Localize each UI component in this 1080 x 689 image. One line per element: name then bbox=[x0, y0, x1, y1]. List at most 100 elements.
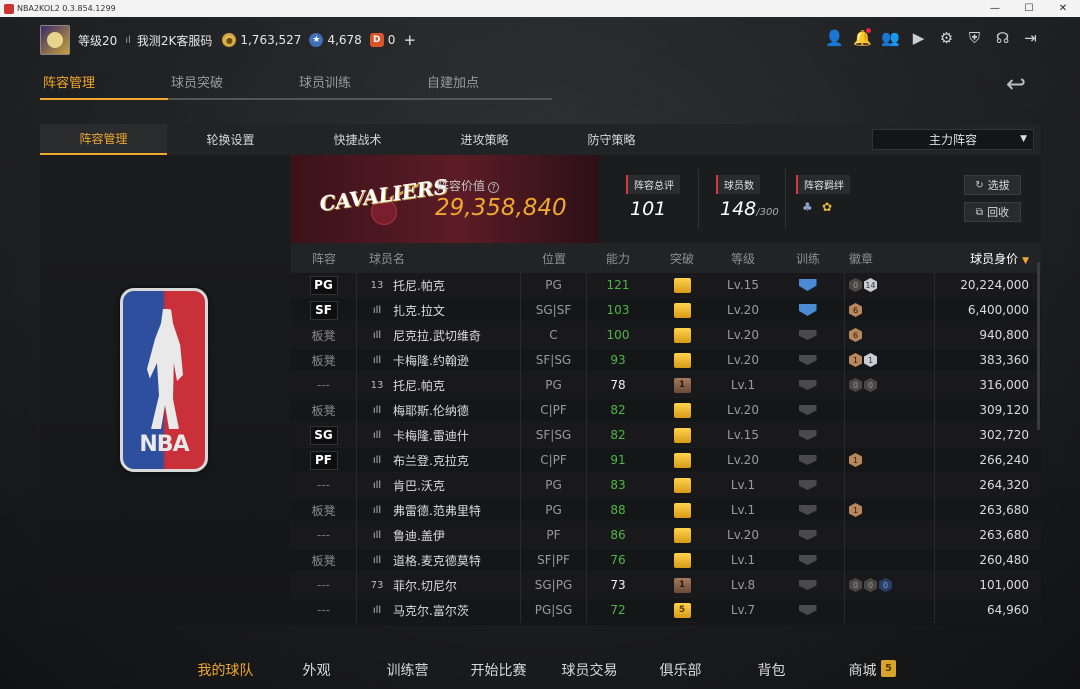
subtab-lineup[interactable]: 阵容管理 bbox=[40, 124, 167, 155]
player-name[interactable]: 梅耶斯.伦纳德 bbox=[393, 402, 469, 419]
badge-icon[interactable]: 0 bbox=[849, 378, 862, 392]
breakthrough-icon[interactable] bbox=[673, 552, 691, 568]
player-name[interactable]: 托尼.帕克 bbox=[393, 377, 445, 394]
subtab-offense[interactable]: 进攻策略 bbox=[421, 124, 548, 155]
breakthrough-icon[interactable] bbox=[673, 327, 691, 343]
table-row[interactable]: --- ıll 马克尔.富尔茨 PG|SG 72 5 Lv.7 64,960 bbox=[291, 597, 1041, 623]
help-icon[interactable]: ? bbox=[488, 182, 500, 193]
training-icon[interactable] bbox=[798, 455, 817, 465]
col-breakthrough[interactable]: 突破 bbox=[649, 250, 715, 267]
badge-icon[interactable]: 0 bbox=[864, 378, 877, 392]
training-icon[interactable] bbox=[798, 480, 817, 490]
breakthrough-icon[interactable] bbox=[673, 302, 691, 318]
position-badge[interactable]: SG bbox=[309, 425, 338, 445]
breakthrough-icon[interactable] bbox=[673, 527, 691, 543]
position-badge[interactable]: PG bbox=[309, 275, 338, 295]
chemistry-icons[interactable]: ♣ ✿ bbox=[796, 200, 850, 216]
player-name[interactable]: 肯巴.沃克 bbox=[393, 477, 445, 494]
tab-custom-points[interactable]: 自建加点 bbox=[424, 72, 552, 100]
badge-icon[interactable]: 1 bbox=[849, 353, 862, 367]
table-row[interactable]: --- 73 菲尔.切尼尔 SG|PG 73 1 Lv.8 000 101,00… bbox=[291, 572, 1041, 598]
player-name[interactable]: 马克尔.富尔茨 bbox=[393, 602, 469, 619]
tab-player-breakthrough[interactable]: 球员突破 bbox=[168, 72, 296, 100]
training-icon[interactable] bbox=[798, 580, 817, 590]
breakthrough-icon[interactable] bbox=[673, 502, 691, 518]
shield-icon[interactable]: ⛨ bbox=[965, 28, 984, 47]
breakthrough-icon[interactable] bbox=[673, 427, 691, 443]
nav-player-trade[interactable]: 球员交易 bbox=[544, 660, 635, 688]
subtab-quick-tactics[interactable]: 快捷战术 bbox=[294, 124, 421, 155]
col-lineup[interactable]: 阵容 bbox=[291, 250, 357, 267]
player-name[interactable]: 道格.麦克德莫特 bbox=[393, 552, 481, 569]
breakthrough-icon[interactable] bbox=[673, 452, 691, 468]
training-icon[interactable] bbox=[798, 530, 817, 540]
table-row[interactable]: 板凳 ıll 道格.麦克德莫特 SF|PF 76 Lv.1 260,480 bbox=[291, 547, 1041, 573]
nav-my-team[interactable]: 我的球队 bbox=[180, 660, 271, 688]
training-icon[interactable] bbox=[798, 405, 817, 415]
col-position[interactable]: 位置 bbox=[521, 250, 587, 267]
user-icon[interactable]: 👤 bbox=[825, 28, 844, 47]
add-currency-button[interactable]: + bbox=[403, 31, 416, 49]
bench-label[interactable]: 板凳 bbox=[311, 327, 335, 344]
training-icon[interactable] bbox=[798, 330, 817, 340]
exit-icon[interactable]: ⇥ bbox=[1021, 28, 1040, 47]
badge-icon[interactable]: 1 bbox=[849, 503, 862, 517]
table-row[interactable]: 板凳 ıll 梅耶斯.伦纳德 C|PF 82 Lv.20 309,120 bbox=[291, 397, 1041, 423]
badge-icon[interactable]: 6 bbox=[849, 303, 862, 317]
player-name[interactable]: 卡梅隆.雷迪什 bbox=[393, 427, 469, 444]
player-name[interactable]: 布兰登.克拉克 bbox=[393, 452, 469, 469]
col-ability[interactable]: 能力 bbox=[587, 250, 649, 267]
headset-icon[interactable]: ☊ bbox=[993, 28, 1012, 47]
breakthrough-icon[interactable] bbox=[673, 402, 691, 418]
badge-icon[interactable]: 14 bbox=[864, 278, 877, 292]
badge-icon[interactable]: 6 bbox=[849, 328, 862, 342]
breakthrough-icon[interactable]: 1 bbox=[673, 577, 691, 593]
col-player-value[interactable]: 球员身价 ▼ bbox=[935, 250, 1041, 267]
training-icon[interactable] bbox=[798, 505, 817, 515]
lineup-select[interactable]: 主力阵容 ▼ bbox=[872, 129, 1034, 150]
tab-lineup-management[interactable]: 阵容管理 bbox=[40, 72, 168, 100]
player-name[interactable]: 鲁迪.盖伊 bbox=[393, 527, 445, 544]
nav-start-match[interactable]: 开始比赛 bbox=[453, 660, 544, 688]
bench-label[interactable]: 板凳 bbox=[311, 552, 335, 569]
badge-icon[interactable]: 0 bbox=[864, 578, 877, 592]
nav-club[interactable]: 俱乐部 bbox=[635, 660, 726, 688]
unassigned-label[interactable]: --- bbox=[317, 603, 330, 617]
nav-shop[interactable]: 商城 5 bbox=[817, 660, 908, 688]
breakthrough-icon[interactable]: 5 bbox=[673, 602, 691, 618]
breakthrough-icon[interactable] bbox=[673, 477, 691, 493]
unassigned-label[interactable]: --- bbox=[317, 378, 330, 392]
minimize-button[interactable]: — bbox=[978, 0, 1012, 17]
training-icon[interactable] bbox=[798, 355, 817, 365]
table-row[interactable]: SF ıll 扎克.拉文 SG|SF 103 Lv.20 6 6,400,000 bbox=[291, 297, 1041, 323]
breakthrough-icon[interactable]: 1 bbox=[673, 377, 691, 393]
breakthrough-icon[interactable] bbox=[673, 277, 691, 293]
bench-label[interactable]: 板凳 bbox=[311, 352, 335, 369]
gear-icon[interactable]: ⚙ bbox=[937, 28, 956, 47]
badge-icon[interactable]: 0 bbox=[879, 578, 892, 592]
nav-training-camp[interactable]: 训练营 bbox=[362, 660, 453, 688]
table-row[interactable]: PG 13 托尼.帕克 PG 121 Lv.15 0 14 20,224,000 bbox=[291, 272, 1041, 298]
player-name[interactable]: 尼克拉.武切维奇 bbox=[393, 327, 481, 344]
unassigned-label[interactable]: --- bbox=[317, 578, 330, 592]
badge-icon[interactable]: 1 bbox=[864, 353, 877, 367]
video-icon[interactable]: ▶ bbox=[909, 28, 928, 47]
avatar[interactable] bbox=[40, 25, 70, 55]
table-row[interactable]: 板凳 ıll 尼克拉.武切维奇 C 100 Lv.20 6 940,800 bbox=[291, 322, 1041, 348]
nav-backpack[interactable]: 背包 bbox=[726, 660, 817, 688]
table-row[interactable]: 板凳 ıll 弗雷德.范弗里特 PG 88 Lv.1 1 263,680 bbox=[291, 497, 1041, 523]
player-name[interactable]: 菲尔.切尼尔 bbox=[393, 577, 457, 594]
training-icon[interactable] bbox=[798, 605, 817, 615]
col-training[interactable]: 训练 bbox=[771, 250, 845, 267]
back-arrow-icon[interactable]: ↩ bbox=[1006, 70, 1026, 98]
unassigned-label[interactable]: --- bbox=[317, 528, 330, 542]
tab-player-training[interactable]: 球员训练 bbox=[296, 72, 424, 100]
table-row[interactable]: --- 13 托尼.帕克 PG 78 1 Lv.1 00 316,000 bbox=[291, 372, 1041, 398]
player-name[interactable]: 扎克.拉文 bbox=[393, 302, 445, 319]
player-name[interactable]: 卡梅隆.约翰逊 bbox=[393, 352, 469, 369]
badge-icon[interactable]: 1 bbox=[849, 453, 862, 467]
breakthrough-icon[interactable] bbox=[673, 352, 691, 368]
nav-appearance[interactable]: 外观 bbox=[271, 660, 362, 688]
maximize-button[interactable]: ☐ bbox=[1012, 0, 1046, 17]
bench-label[interactable]: 板凳 bbox=[311, 502, 335, 519]
